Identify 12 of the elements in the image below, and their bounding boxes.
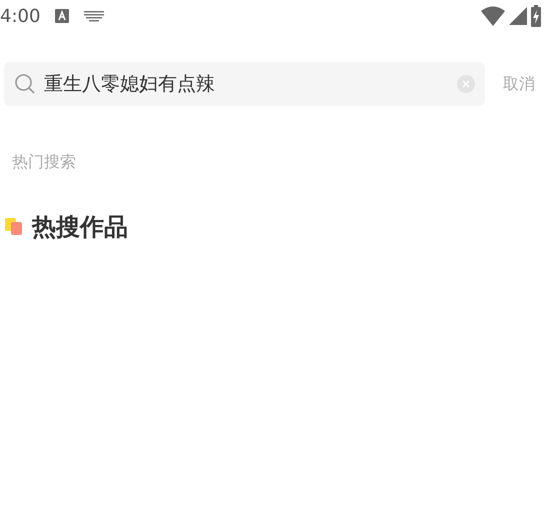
section-title: 热搜作品	[32, 212, 128, 243]
keyboard-badge-icon	[54, 8, 70, 24]
section-label: 热门搜索	[12, 152, 77, 173]
wifi-icon	[481, 6, 505, 26]
search-icon	[14, 73, 36, 95]
keyboard-icon	[84, 10, 104, 22]
status-time: 4:00	[0, 6, 40, 26]
section-icon	[4, 217, 24, 237]
search-field[interactable]: 重生八零媳妇有点辣	[4, 62, 485, 106]
battery-icon	[531, 5, 541, 27]
signal-icon	[509, 7, 527, 25]
clear-icon[interactable]	[457, 75, 475, 93]
